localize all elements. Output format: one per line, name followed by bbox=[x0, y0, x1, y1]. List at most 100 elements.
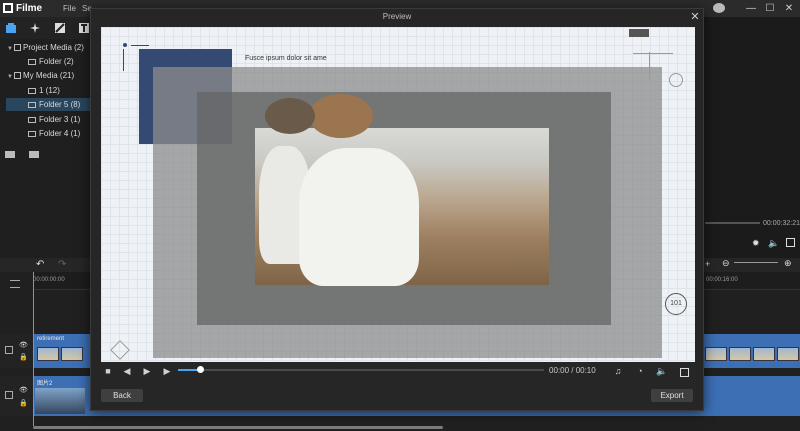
line-marker bbox=[649, 52, 650, 80]
folder-icon bbox=[28, 131, 36, 137]
crosshair-icon bbox=[669, 73, 683, 87]
delete-folder-icon[interactable] bbox=[29, 150, 39, 158]
clip-label: retirement bbox=[37, 336, 65, 342]
preview-stage: Fusce ipsum dolor sit ame 101 bbox=[101, 27, 695, 362]
track-header-2: 👁 🔒 bbox=[0, 376, 33, 416]
player-time: 00:00:32:21 bbox=[763, 220, 800, 227]
previous-frame-icon[interactable]: ◀︎ bbox=[121, 366, 133, 377]
volume-icon[interactable]: 🔈 bbox=[656, 366, 668, 377]
close-app-button[interactable]: ✕ bbox=[782, 2, 796, 15]
fullscreen-icon[interactable] bbox=[786, 238, 795, 247]
add-folder-icon[interactable] bbox=[5, 150, 15, 158]
preview-dialog: Preview ✕ Fusce ipsum dolor sit ame 101 … bbox=[90, 8, 704, 411]
ruler-mark-time: 00:00:16:00 bbox=[706, 277, 738, 283]
next-frame-icon[interactable]: ▶︎ bbox=[161, 366, 173, 377]
transitions-icon[interactable] bbox=[54, 22, 66, 34]
folder-icon bbox=[28, 117, 36, 123]
maximize-button[interactable]: ☐ bbox=[763, 2, 777, 15]
tree-item-label: Project Media (2) bbox=[23, 43, 84, 52]
timeline-scrollbar[interactable] bbox=[33, 426, 443, 429]
redo-icon[interactable]: ↷ bbox=[58, 259, 66, 270]
close-icon[interactable]: ✕ bbox=[688, 10, 702, 24]
play-icon[interactable]: ▶︎ bbox=[141, 366, 153, 377]
tree-item-folder-1[interactable]: 1 (12) bbox=[28, 84, 90, 97]
decor-strip bbox=[629, 29, 649, 37]
visibility-icon[interactable]: 👁 bbox=[19, 386, 28, 394]
ruler-start-time: 00:00:00:00 bbox=[33, 277, 65, 283]
export-button[interactable]: Export bbox=[651, 389, 693, 402]
hat-shape bbox=[309, 94, 373, 138]
stage-caption: Fusce ipsum dolor sit ame bbox=[245, 55, 327, 62]
dot-marker bbox=[123, 43, 127, 47]
tree-item-folder[interactable]: Folder (2) bbox=[28, 55, 90, 68]
clip-thumbnail bbox=[35, 388, 85, 414]
tree-item-label: My Media (21) bbox=[23, 71, 75, 80]
caret-down-icon: ▼ bbox=[7, 74, 13, 80]
visibility-icon[interactable]: 👁 bbox=[19, 341, 28, 349]
tree-item-label: Folder 5 (8) bbox=[39, 100, 81, 109]
clip-label: 图片2 bbox=[37, 381, 53, 387]
speed-icon[interactable]: ◔ bbox=[634, 366, 646, 376]
stop-icon[interactable]: ■ bbox=[102, 366, 114, 376]
progress-track[interactable] bbox=[178, 369, 544, 371]
diamond-shape bbox=[110, 340, 130, 360]
folder-icon bbox=[28, 102, 36, 108]
tree-item-folder-5[interactable]: Folder 5 (8) bbox=[6, 98, 90, 111]
lock-icon[interactable]: 🔒 bbox=[19, 353, 28, 361]
clip-thumbnail bbox=[61, 347, 83, 361]
video-track-icon bbox=[5, 391, 13, 399]
line-marker bbox=[131, 45, 149, 46]
track-header-1: 👁 🔒 bbox=[0, 334, 33, 368]
zoom-plus-icon[interactable]: ⊕ bbox=[784, 258, 792, 269]
zoom-slider[interactable] bbox=[734, 262, 778, 263]
volume-icon[interactable]: 🔈 bbox=[768, 238, 779, 249]
tree-item-label: Folder (2) bbox=[39, 57, 74, 66]
app-name: Filme bbox=[16, 3, 43, 14]
tree-item-project-media[interactable]: ▼ Project Media (2) bbox=[7, 41, 90, 54]
hat-shape bbox=[265, 98, 315, 134]
stage-badge: 101 bbox=[665, 293, 687, 315]
settings-icon[interactable]: ✹ bbox=[752, 238, 760, 249]
tree-item-my-media[interactable]: ▼ My Media (21) bbox=[7, 69, 90, 82]
progress-knob[interactable] bbox=[197, 366, 204, 373]
tree-item-folder-3[interactable]: Folder 3 (1) bbox=[28, 113, 90, 126]
lock-icon[interactable]: 🔒 bbox=[19, 399, 28, 407]
line-marker bbox=[123, 49, 124, 71]
clip-thumbnail bbox=[37, 347, 59, 361]
playhead[interactable] bbox=[33, 272, 34, 426]
video-track-icon bbox=[5, 346, 13, 354]
media-panel: ▼ Project Media (2) Folder (2) ▼ My Media … bbox=[0, 39, 90, 258]
mail-icon[interactable] bbox=[713, 3, 725, 13]
grid-icon bbox=[14, 72, 21, 79]
fullscreen-icon[interactable] bbox=[680, 368, 689, 377]
grid-icon bbox=[14, 44, 21, 51]
dialog-title: Preview bbox=[382, 12, 412, 21]
person-figure bbox=[299, 148, 419, 286]
tree-item-label: 1 (12) bbox=[39, 86, 60, 95]
playback-time: 00:00 / 00:10 bbox=[549, 366, 596, 375]
tree-item-label: Folder 4 (1) bbox=[39, 129, 81, 138]
tree-item-folder-4[interactable]: Folder 4 (1) bbox=[28, 127, 90, 140]
clip-thumbnail bbox=[705, 347, 727, 361]
effects-icon[interactable] bbox=[29, 22, 41, 34]
preview-photo bbox=[255, 94, 549, 286]
minimize-button[interactable]: — bbox=[744, 2, 758, 15]
folder-icon bbox=[28, 88, 36, 94]
back-button[interactable]: Back bbox=[101, 389, 143, 402]
menu-file[interactable]: File bbox=[63, 4, 76, 13]
media-icon[interactable] bbox=[5, 22, 17, 34]
tree-item-label: Folder 3 (1) bbox=[39, 115, 81, 124]
clip-thumbnail bbox=[753, 347, 775, 361]
music-icon[interactable]: ♫ bbox=[612, 366, 624, 376]
zoom-out-icon[interactable]: ⊖ bbox=[722, 258, 730, 269]
zoom-in-icon[interactable]: + bbox=[705, 259, 710, 269]
line-marker bbox=[633, 53, 673, 54]
clip-thumbnail bbox=[729, 347, 751, 361]
folder-icon bbox=[28, 59, 36, 65]
clip-thumbnail bbox=[777, 347, 799, 361]
text-icon[interactable] bbox=[78, 22, 90, 34]
undo-icon[interactable]: ↶ bbox=[36, 259, 44, 270]
menu-icon[interactable] bbox=[10, 280, 20, 288]
caret-down-icon: ▼ bbox=[7, 46, 13, 52]
player-scrubber[interactable] bbox=[705, 222, 760, 224]
